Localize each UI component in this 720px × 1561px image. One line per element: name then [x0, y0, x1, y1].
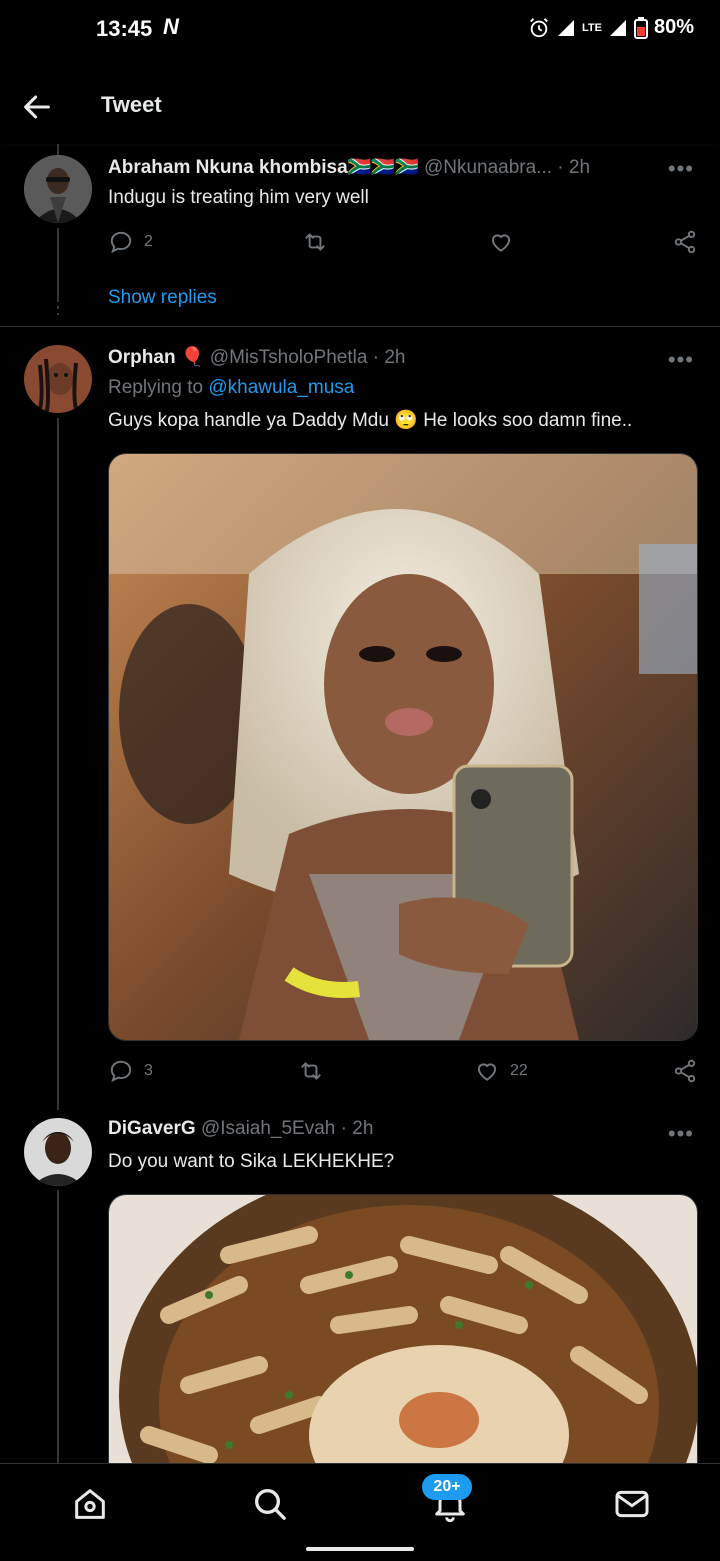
like-button[interactable]: 22 [474, 1058, 528, 1084]
photo-image [109, 1195, 697, 1485]
signal-icon [558, 19, 574, 36]
tweet-header: Abraham Nkuna khombisa🇿🇦🇿🇦🇿🇦 @Nkunaabra.… [108, 155, 590, 179]
photo-image [109, 454, 697, 1040]
tweet-photo[interactable] [108, 453, 698, 1041]
reply-icon [110, 1060, 132, 1083]
thread-line [57, 418, 59, 1110]
reply-button[interactable]: 3 [108, 1058, 153, 1084]
retweet-icon [305, 233, 325, 251]
retweet-button[interactable] [298, 1058, 334, 1084]
thread-line [57, 1190, 59, 1463]
tweet-time: · 2h [372, 347, 406, 368]
arrow-left-icon[interactable] [20, 90, 54, 124]
reply-icon [110, 231, 132, 254]
balloon-emoji: 🎈 [180, 347, 205, 368]
reply-count: 3 [144, 1062, 153, 1079]
heart-icon [491, 234, 511, 252]
author-name[interactable]: Abraham Nkuna khombisa [108, 157, 348, 178]
retweet-icon [301, 1062, 321, 1080]
notification-icon: N [163, 14, 179, 39]
app-bar: Tweet [0, 64, 720, 144]
like-button[interactable] [488, 229, 524, 255]
author-handle[interactable]: @MisTsholoPhetla [210, 347, 368, 368]
replying-prefix: Replying to [108, 377, 204, 398]
tweet-text-part1: Guys kopa handle ya Daddy Mdu [108, 410, 389, 431]
show-replies-link[interactable]: Show replies [108, 287, 217, 309]
share-button[interactable] [672, 1058, 698, 1084]
avatar-image [24, 345, 92, 413]
heart-icon [477, 1063, 497, 1081]
tweet-actions: 3 22 [108, 1058, 698, 1088]
divider [0, 326, 720, 327]
home-icon[interactable] [70, 1484, 110, 1524]
avatar-image [24, 1118, 92, 1186]
more-options-button[interactable]: ••• [668, 156, 694, 182]
messages-icon[interactable] [612, 1484, 652, 1524]
reply-count: 2 [144, 233, 153, 250]
dotted-thread-line [57, 285, 59, 315]
avatar[interactable] [24, 155, 92, 223]
tweet-actions: 2 [108, 229, 698, 259]
tweet-photo[interactable] [108, 1194, 698, 1485]
tweet-text: Guys kopa handle ya Daddy Mdu 🙄 He looks… [108, 408, 632, 432]
tweet-text-part2: He looks soo damn fine.. [423, 410, 633, 431]
like-count: 22 [510, 1062, 528, 1079]
battery-icon [633, 16, 648, 39]
status-bar: 13:45 N LTE 80% [0, 0, 720, 60]
share-button[interactable] [672, 229, 698, 255]
author-name[interactable]: DiGaverG [108, 1118, 196, 1139]
more-options-button[interactable]: ••• [668, 1121, 694, 1147]
tweet-time: · 2h [340, 1118, 374, 1139]
share-icon [674, 1059, 696, 1083]
tweet-header: DiGaverG @Isaiah_5Evah · 2h [108, 1118, 373, 1140]
signal-icon-2 [609, 19, 626, 36]
status-right: LTE 80% [528, 16, 694, 39]
replying-to-link[interactable]: @khawula_musa [208, 377, 354, 398]
search-icon[interactable] [250, 1484, 290, 1524]
replying-to: Replying to @khawula_musa [108, 377, 354, 399]
author-name[interactable]: Orphan [108, 347, 176, 368]
notification-badge: 20+ [422, 1474, 472, 1500]
tweet-time: · 2h [557, 157, 591, 178]
author-handle[interactable]: @Nkunaabra... [424, 157, 552, 178]
battery-percent: 80% [653, 16, 694, 38]
eye-roll-emoji: 🙄 [394, 410, 418, 431]
avatar-image [24, 155, 92, 223]
network-type: LTE [582, 21, 602, 34]
avatar[interactable] [24, 345, 92, 413]
avatar[interactable] [24, 1118, 92, 1186]
share-icon [674, 230, 696, 254]
author-handle[interactable]: @Isaiah_5Evah [201, 1118, 335, 1139]
page-title: Tweet [101, 92, 162, 117]
tweet-header: Orphan 🎈 @MisTsholoPhetla · 2h [108, 345, 405, 369]
tweet-text: Do you want to Sika LEKHEKHE? [108, 1151, 395, 1172]
retweet-button[interactable] [302, 229, 338, 255]
more-options-button[interactable]: ••• [668, 347, 694, 373]
flag-emojis: 🇿🇦🇿🇦🇿🇦 [347, 157, 419, 178]
status-time: 13:45 [96, 16, 153, 41]
tweet-text: Indugu is treating him very well [108, 187, 369, 208]
reply-button[interactable]: 2 [108, 229, 153, 255]
alarm-icon [530, 17, 548, 37]
home-indicator[interactable] [306, 1547, 414, 1551]
